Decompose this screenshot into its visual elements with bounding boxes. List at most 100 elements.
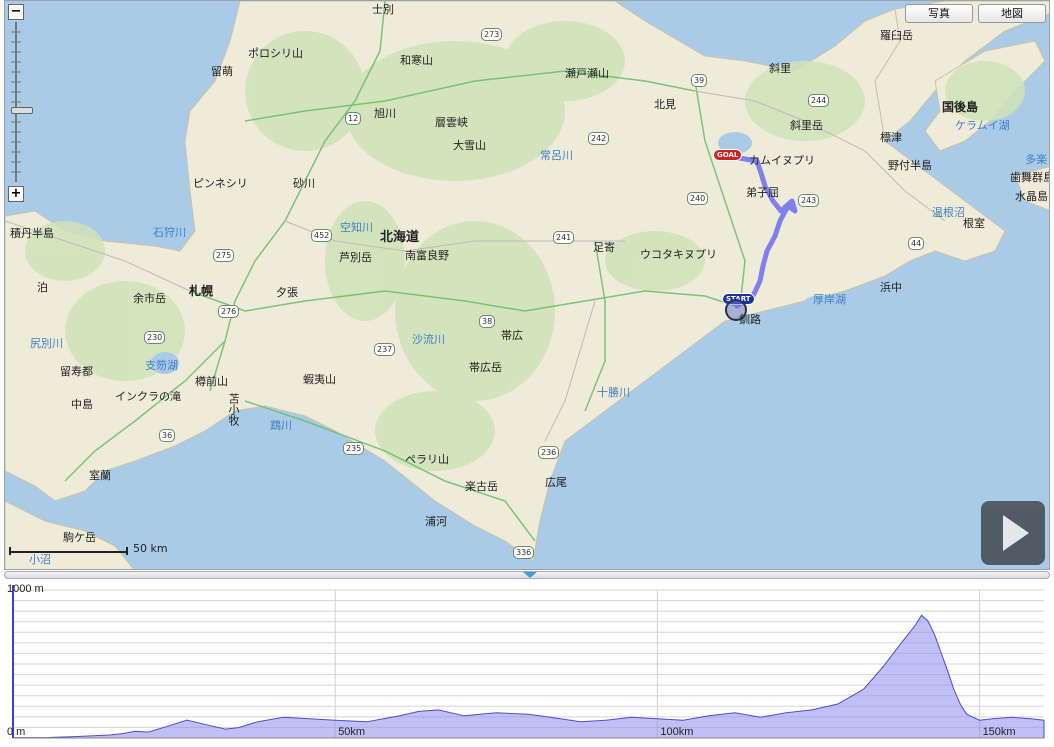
map-label: 根室	[963, 217, 985, 230]
route-shield: 276	[218, 305, 240, 318]
map-button[interactable]: 地図	[978, 4, 1046, 23]
elevation-area	[12, 614, 1045, 739]
map-label: 沙流川	[412, 333, 445, 346]
route-shield: 36	[159, 429, 176, 442]
map-label: 北海道	[380, 230, 420, 245]
map-label: 駒ケ岳	[63, 531, 96, 544]
route-shield: 452	[311, 229, 333, 242]
map-label: 積丹半島	[10, 227, 54, 240]
map-label: 水晶島	[1015, 190, 1048, 203]
zoom-slider-track[interactable]	[11, 22, 33, 182]
map-label: 樽前山	[195, 375, 228, 388]
y-axis-top-label: 1000 m	[7, 583, 44, 595]
route-shield: 12	[345, 112, 362, 125]
map-label: 芦別岳	[339, 251, 372, 264]
map-label: ピンネシリ	[193, 177, 248, 190]
map-label: 斜里岳	[790, 119, 823, 132]
map-label: 士別	[372, 3, 394, 16]
map-label: 羅臼岳	[880, 29, 913, 42]
map-label: 歯舞群島	[1010, 171, 1050, 184]
panel-divider[interactable]	[4, 571, 1050, 579]
play-icon	[1003, 515, 1029, 551]
route-shield: 237	[374, 343, 396, 356]
map-label: 和寒山	[400, 54, 433, 67]
map-label: 楽古岳	[465, 480, 498, 493]
map-label: 浦河	[425, 515, 447, 528]
route-shield: 230	[144, 331, 166, 344]
route-shield: 240	[687, 192, 709, 205]
map-label: 蝦夷山	[303, 373, 336, 386]
map-label: 斜里	[769, 62, 791, 75]
elevation-chart	[12, 585, 1045, 739]
map-label: 南富良野	[405, 249, 449, 262]
map-label: 温根沼	[932, 206, 965, 219]
scale-bar-line	[9, 547, 128, 555]
route-shield: 242	[588, 132, 610, 145]
route-shield: 244	[808, 94, 830, 107]
map-label: 北見	[654, 98, 676, 111]
map-label: 支笏湖	[145, 359, 178, 372]
zoom-control: − +	[8, 4, 33, 202]
map-label: 中島	[71, 398, 93, 411]
map-label: 浜中	[880, 281, 902, 294]
map-label: 帯広	[501, 329, 523, 342]
map-label: 泊	[37, 281, 48, 294]
map-label: 厚岸湖	[813, 293, 846, 306]
map-label: 鵡川	[270, 419, 292, 432]
x-axis-tick-label: 150km	[982, 726, 1016, 738]
elevation-profile[interactable]: 1000 m 0 m 50km 100km 150km	[4, 580, 1050, 743]
route-shield: 236	[538, 446, 560, 459]
map-label: カムイヌプリ	[749, 154, 815, 167]
map-label: 大雪山	[453, 139, 486, 152]
map-label: 広尾	[545, 476, 567, 489]
map-label: インクラの滝	[115, 390, 181, 403]
route-shield: 273	[481, 28, 503, 41]
map-label: ウコタキヌプリ	[640, 248, 717, 261]
route-shield: 275	[213, 249, 235, 262]
x-axis-tick-label: 100km	[660, 726, 694, 738]
map-label: 空知川	[340, 221, 373, 234]
y-axis-bottom-label: 0 m	[7, 726, 26, 738]
scale-label: 50 km	[133, 542, 168, 555]
map-label: 十勝川	[597, 386, 630, 399]
route-shield: 243	[798, 194, 820, 207]
map-label: 足寄	[593, 241, 615, 254]
map-label: ポロシリ山	[248, 47, 303, 60]
map-label: 小沼	[29, 553, 51, 566]
zoom-in-button[interactable]: +	[8, 186, 24, 202]
map-label: 層雲峡	[435, 116, 468, 129]
map-label: ケラムイ湖	[955, 119, 1010, 132]
map-label: 札幌	[189, 284, 214, 298]
route-shield: 336	[513, 546, 535, 559]
map-label: 尻別川	[30, 337, 63, 350]
photo-button[interactable]: 写真	[905, 4, 973, 23]
play-button[interactable]	[981, 501, 1045, 565]
map-label: ペラリ山	[405, 453, 449, 466]
map-label: 標津	[880, 131, 902, 144]
route-shield: 38	[479, 315, 496, 328]
map-label: 国後島	[942, 100, 979, 114]
map-label: 苫小牧	[227, 393, 240, 426]
map-label: 留寿都	[60, 365, 93, 378]
collapse-arrow-icon[interactable]	[523, 572, 537, 578]
goal-marker[interactable]: GOAL	[713, 149, 743, 161]
zoom-slider-handle[interactable]	[11, 107, 33, 114]
map-label: 弟子屈	[746, 186, 779, 199]
map-label: 野付半島	[888, 159, 932, 172]
map-label: 瀬戸瀬山	[565, 67, 609, 80]
zoom-out-button[interactable]: −	[8, 4, 24, 20]
map-label: 帯広岳	[469, 361, 502, 374]
map-label: 夕張	[276, 286, 298, 299]
map-label: 留萌	[211, 65, 233, 78]
map-label: 石狩川	[153, 226, 186, 239]
map-view[interactable]: 写真 地図 − + 50 km GOAL 士別 留萌 ポロシリ山 和寒山 瀬戸瀬…	[4, 0, 1050, 570]
map-label: 砂川	[293, 177, 315, 190]
map-label: 室蘭	[89, 469, 111, 482]
map-label: 旭川	[374, 107, 396, 120]
map-label: 余市岳	[133, 292, 166, 305]
x-axis-tick-label: 50km	[338, 726, 366, 738]
route-shield: 44	[908, 237, 925, 250]
map-label: 多楽	[1025, 153, 1047, 166]
map-label: 釧路	[739, 313, 761, 326]
map-label: 常呂川	[540, 149, 573, 162]
